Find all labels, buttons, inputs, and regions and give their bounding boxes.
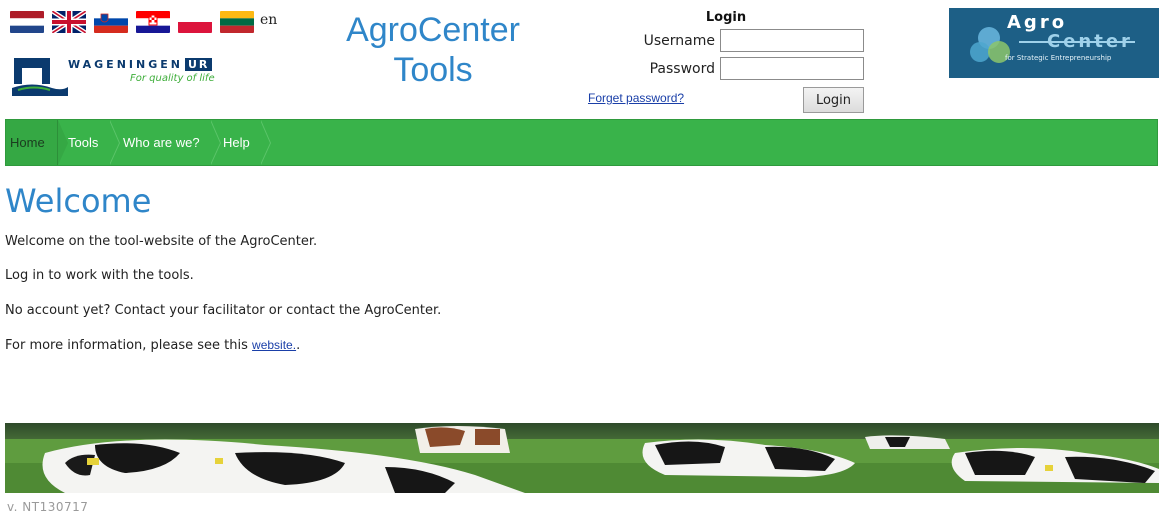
nav-separator: [210, 120, 220, 165]
wageningen-wordmark: WAGENINGEN UR: [68, 58, 213, 71]
nav-separator: [260, 120, 270, 165]
login-instruction-text: Log in to work with the tools.: [5, 268, 194, 283]
nav-who-are-we[interactable]: Who are we?: [123, 120, 200, 165]
password-input[interactable]: [720, 57, 864, 80]
wageningen-emblem-icon: [12, 58, 68, 96]
more-info-suffix: .: [296, 338, 301, 353]
main-navbar: Home Tools Who are we? Help: [5, 119, 1158, 166]
forget-password-link[interactable]: Forget password?: [588, 91, 684, 105]
nav-home[interactable]: Home: [6, 120, 58, 165]
wur-suffix: UR: [184, 58, 213, 71]
nav-help[interactable]: Help: [223, 120, 250, 165]
poland-flag[interactable]: [178, 11, 212, 33]
username-input[interactable]: [720, 29, 864, 52]
app-title-line1: AgroCenter: [346, 11, 520, 49]
language-flags: en: [10, 11, 277, 33]
nav-separator: [58, 120, 68, 165]
nav-tools[interactable]: Tools: [68, 120, 98, 165]
more-info-text: For more information, please see this we…: [5, 338, 300, 353]
app-title: AgroCenter Tools: [318, 10, 548, 90]
agrocenter-logo: Agro Center for Strategic Entrepreneursh…: [949, 8, 1159, 78]
nav-separator: [109, 120, 119, 165]
login-heading: Login: [705, 10, 747, 25]
version-text: v. NT130717: [7, 500, 89, 514]
cows-banner-image: [5, 423, 1159, 493]
more-info-prefix: For more information, please see this: [5, 338, 253, 353]
united-kingdom-flag[interactable]: [52, 11, 86, 33]
agrocenter-tagline: for Strategic Entrepreneurship: [1005, 54, 1112, 62]
language-code[interactable]: en: [260, 12, 277, 28]
no-account-text: No account yet? Contact your facilitator…: [5, 303, 442, 318]
lithuania-flag[interactable]: [220, 11, 254, 33]
website-link[interactable]: website.: [252, 338, 296, 352]
password-label: Password: [649, 61, 715, 77]
wageningen-logo: WAGENINGEN UR For quality of life: [12, 54, 257, 98]
wageningen-tagline: For quality of life: [130, 73, 215, 84]
slovenia-flag[interactable]: [94, 11, 128, 33]
username-label: Username: [643, 33, 715, 49]
agrocenter-word-center: Center: [1047, 31, 1133, 52]
agrocenter-word-agro: Agro: [1007, 12, 1068, 33]
croatia-flag[interactable]: [136, 11, 170, 33]
netherlands-flag[interactable]: [10, 11, 44, 33]
page-title: Welcome: [5, 182, 152, 220]
welcome-text: Welcome on the tool-website of the AgroC…: [5, 234, 318, 249]
login-button[interactable]: Login: [803, 87, 864, 113]
app-title-line2: Tools: [393, 51, 473, 89]
